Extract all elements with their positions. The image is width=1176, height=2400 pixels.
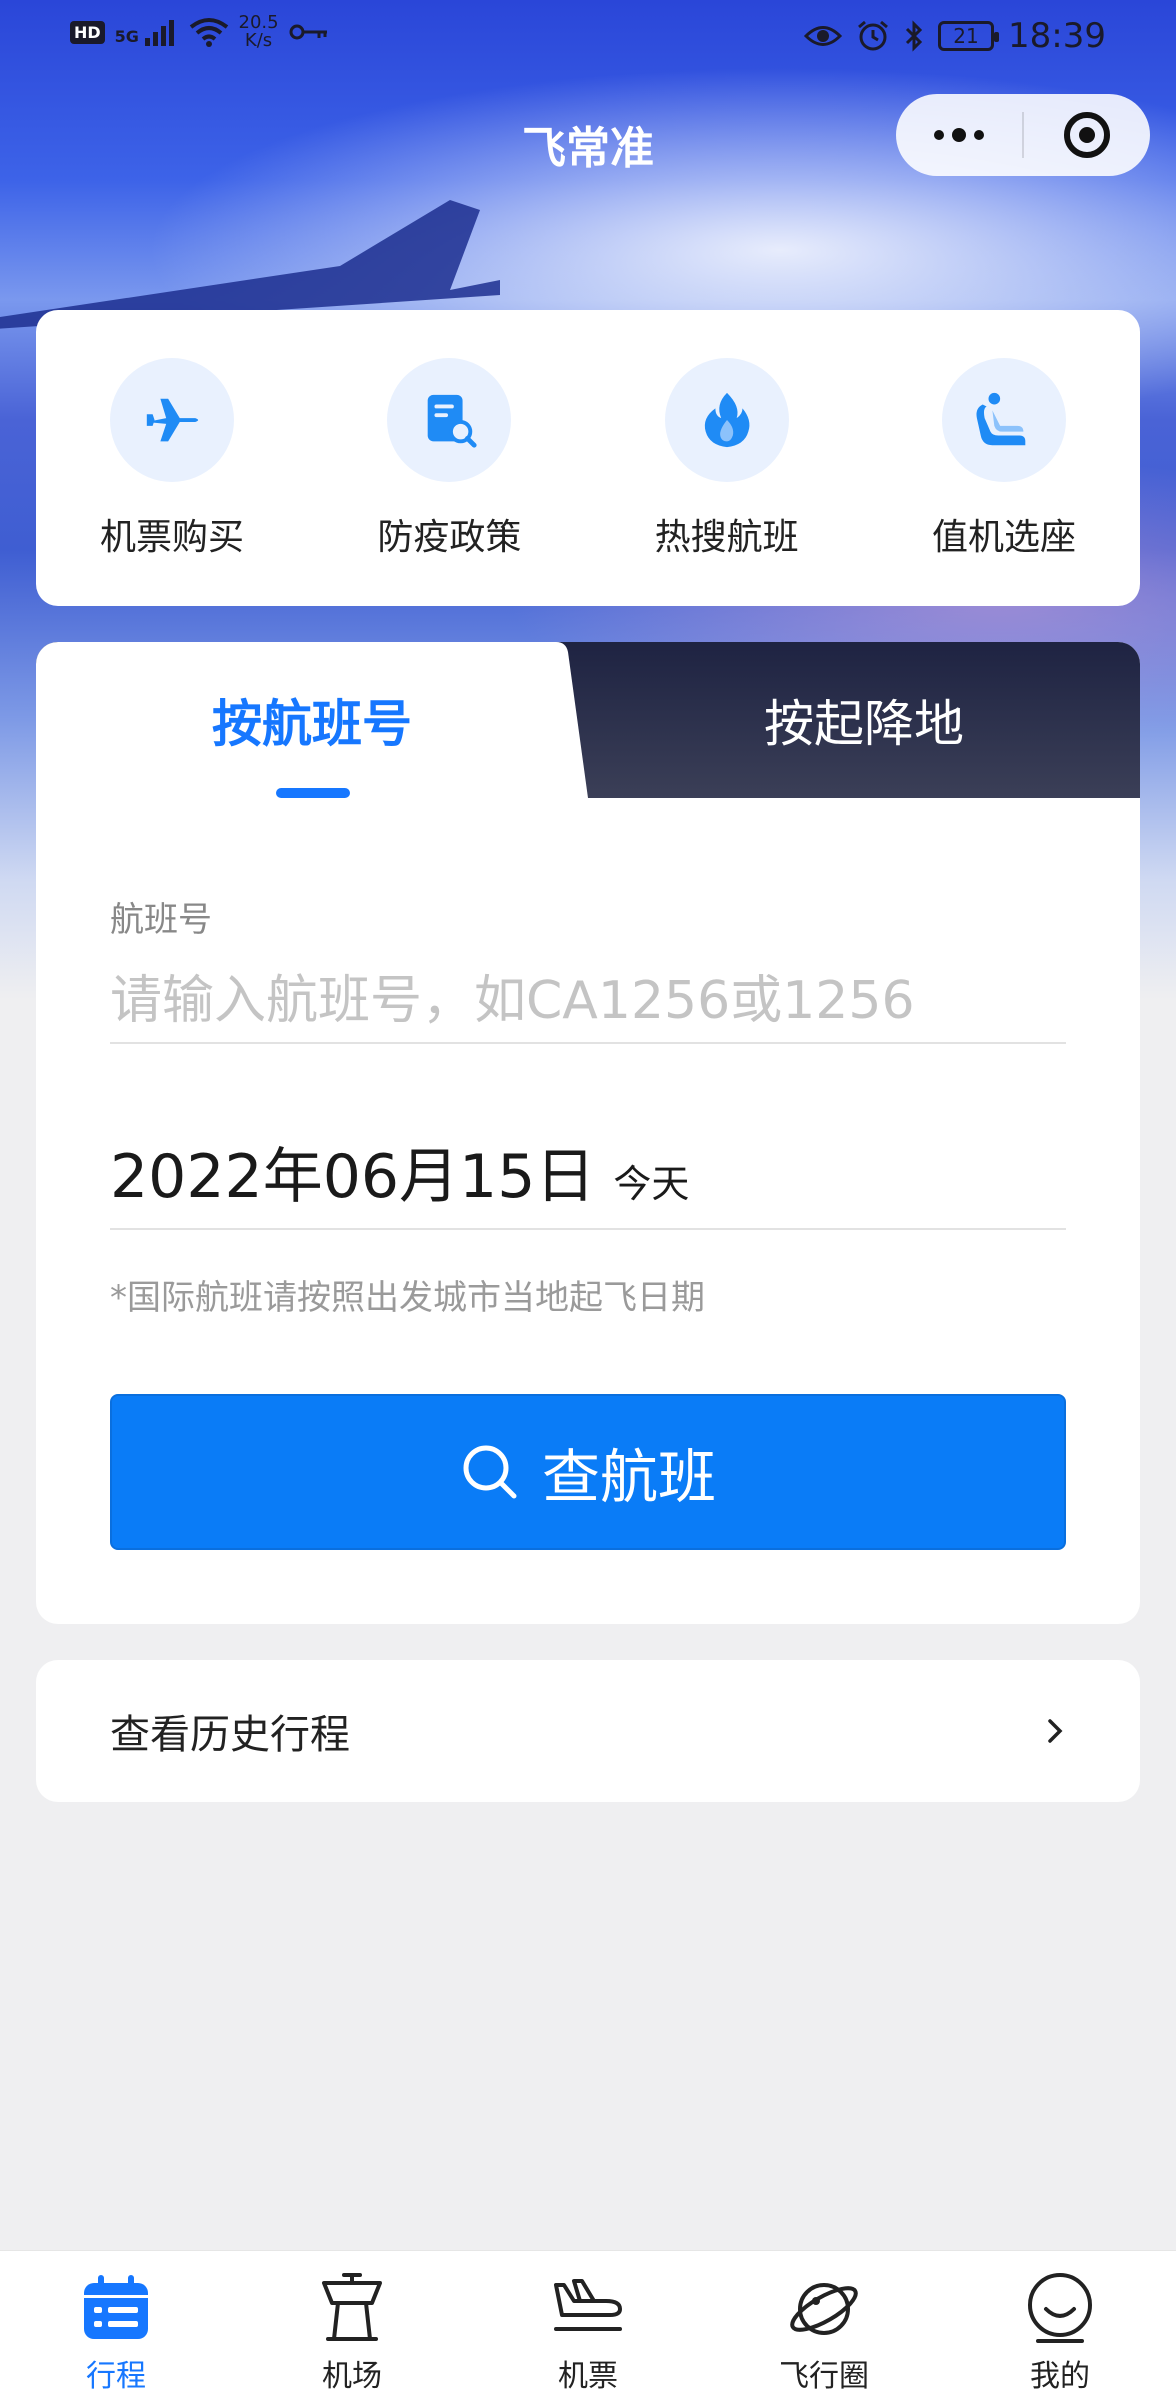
- tab-flight-circle[interactable]: 飞行圈: [744, 2251, 904, 2400]
- tab-by-route[interactable]: 按起降地: [588, 642, 1140, 798]
- tab-mine[interactable]: 我的: [980, 2251, 1140, 2400]
- flame-icon: [664, 358, 789, 482]
- active-tab-indicator: [276, 788, 350, 798]
- service-label: 值机选座: [931, 517, 1076, 558]
- bluetooth-icon: [905, 20, 923, 52]
- international-flight-note: *国际航班请按照出发城市当地起飞日期: [110, 1278, 705, 1318]
- tab-label: 我的: [1030, 2359, 1090, 2394]
- tab-label: 行程: [86, 2359, 146, 2394]
- service-ticket-purchase[interactable]: 机票购买: [72, 358, 272, 606]
- service-label: 机票购买: [99, 517, 244, 558]
- signal-type: 5G: [114, 27, 139, 46]
- search-button-label: 查航班: [541, 1443, 716, 1511]
- status-bar: HD 5G 20.5 K/s 21 18:39: [0, 0, 1176, 72]
- clock: 18:39: [1008, 16, 1106, 56]
- hd-badge: HD: [70, 20, 105, 44]
- target-circle-icon[interactable]: [1024, 94, 1150, 176]
- service-hot-flights[interactable]: 热搜航班: [627, 358, 827, 606]
- service-label: 热搜航班: [654, 517, 799, 558]
- service-label: 防疫政策: [377, 517, 522, 558]
- airplane-icon: [110, 358, 234, 482]
- airplane-wing-illustration: [0, 200, 500, 329]
- search-tabs: 按航班号 按起降地: [36, 642, 1140, 798]
- date-picker[interactable]: 2022年06月15日 今天: [110, 1128, 1066, 1230]
- more-dots-icon[interactable]: [896, 94, 1022, 176]
- key-icon: [289, 24, 327, 40]
- flight-number-label: 航班号: [110, 900, 212, 940]
- battery-icon: 21: [938, 21, 1000, 51]
- tab-airport[interactable]: 机场: [272, 2251, 432, 2400]
- tab-tickets[interactable]: 机票: [508, 2251, 668, 2400]
- battery-level: 21: [953, 24, 979, 48]
- bottom-tab-bar: 行程 机场 机票 飞行圈 我的: [0, 2250, 1176, 2400]
- date-value: 2022年06月15日: [110, 1142, 596, 1212]
- chevron-right-icon: [1048, 1719, 1063, 1743]
- tab-label: 机票: [558, 2359, 618, 2394]
- wifi-icon: [189, 18, 228, 47]
- control-tower-icon: [312, 2267, 392, 2347]
- planet-icon: [784, 2267, 864, 2347]
- date-today-tag: 今天: [613, 1162, 690, 1206]
- history-label: 查看历史行程: [110, 1712, 350, 1758]
- tab-by-flight-number[interactable]: 按航班号: [36, 642, 588, 798]
- search-icon: [463, 1445, 517, 1499]
- service-checkin-seat[interactable]: 值机选座: [904, 358, 1104, 606]
- smile-face-icon: [1020, 2267, 1100, 2347]
- eye-icon: [804, 26, 843, 46]
- quick-services-card: 机票购买 防疫政策 热搜航班 值机选座: [36, 310, 1140, 606]
- seat-icon: [941, 358, 1066, 482]
- tab-label: 飞行圈: [779, 2359, 869, 2394]
- flight-number-input[interactable]: [110, 960, 1066, 1044]
- network-speed: 20.5 K/s: [239, 14, 279, 50]
- document-search-icon: [387, 358, 512, 482]
- mini-program-capsule: [896, 94, 1150, 176]
- flight-search-card: 按航班号 按起降地 航班号 2022年06月15日 今天 *国际航班请按照出发城…: [36, 642, 1140, 1624]
- alarm-icon: [858, 20, 888, 51]
- history-trips-row[interactable]: 查看历史行程: [36, 1660, 1140, 1802]
- plane-landing-icon: [548, 2267, 628, 2347]
- tab-itinerary[interactable]: 行程: [36, 2251, 196, 2400]
- net-speed-unit: K/s: [244, 30, 273, 51]
- calendar-list-icon: [76, 2267, 156, 2347]
- tab-label: 机场: [322, 2359, 382, 2394]
- service-epidemic-policy[interactable]: 防疫政策: [349, 358, 549, 606]
- signal-icon: 5G: [115, 18, 179, 46]
- search-flight-button[interactable]: 查航班: [110, 1394, 1066, 1550]
